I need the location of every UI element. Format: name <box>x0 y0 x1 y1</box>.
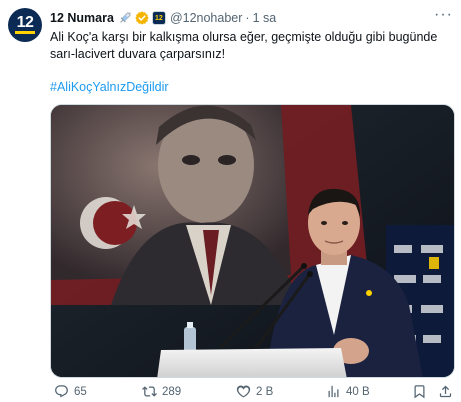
bookmark-button[interactable] <box>412 384 427 399</box>
like-count: 2 B <box>256 385 274 398</box>
repost-button[interactable]: 289 <box>142 384 181 399</box>
tweet-text: Ali Koç'a karşı bir kalkışma olursa eğer… <box>50 30 438 61</box>
avatar[interactable]: 12 <box>8 8 42 42</box>
avatar-logo-bar <box>15 31 35 34</box>
gold-verified-icon[interactable] <box>135 11 149 25</box>
timestamp[interactable]: 1 sa <box>253 11 277 25</box>
reply-button[interactable]: 65 <box>54 384 87 399</box>
tweet-photo[interactable] <box>50 104 455 378</box>
separator: · <box>245 11 250 25</box>
display-name[interactable]: 12 Numara <box>50 11 114 25</box>
share-icon <box>439 385 452 398</box>
reply-icon <box>55 385 68 398</box>
affiliate-badge[interactable]: 12 <box>151 11 166 25</box>
bookmark-icon <box>414 385 425 399</box>
more-icon[interactable]: ··· <box>434 7 453 23</box>
reply-count: 65 <box>74 385 87 398</box>
repost-icon <box>142 386 157 397</box>
syringe-emoji-icon <box>118 11 132 25</box>
avatar-logo-text: 12 <box>16 14 34 31</box>
handle[interactable]: @12nohaber <box>170 11 242 25</box>
views-count: 40 B <box>346 385 370 398</box>
views-icon <box>328 385 339 398</box>
share-button[interactable] <box>438 384 453 399</box>
tweet-header: 12 Numara 12 @12nohaber · 1 sa <box>50 9 451 27</box>
photo-illustration <box>51 105 454 377</box>
repost-count: 289 <box>162 385 182 398</box>
action-bar: 65 289 2 B 40 B <box>50 384 455 402</box>
views-button[interactable]: 40 B <box>326 384 370 399</box>
hashtag-link[interactable]: #AliKoçYalnızDeğildir <box>50 80 169 94</box>
like-icon <box>236 385 251 398</box>
like-button[interactable]: 2 B <box>236 384 273 399</box>
